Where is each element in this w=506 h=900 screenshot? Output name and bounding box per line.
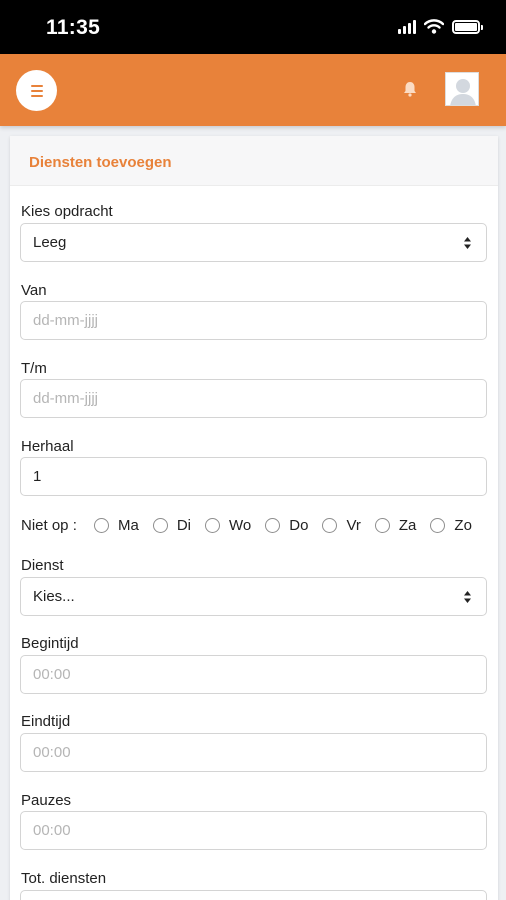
bell-icon[interactable] <box>403 81 417 97</box>
van-label: Van <box>21 282 47 299</box>
tm-placeholder: dd-mm-jjjj <box>33 390 98 407</box>
card-header: Diensten toevoegen <box>10 136 498 186</box>
radio-button[interactable] <box>322 517 338 533</box>
pauzes-input[interactable]: 00:00 <box>20 811 487 850</box>
radio-button[interactable] <box>265 517 281 533</box>
opdracht-value: Leeg <box>33 234 67 251</box>
pauzes-label: Pauzes <box>21 792 72 809</box>
day-option-zo[interactable]: Zo <box>430 517 472 534</box>
app-header <box>0 54 506 126</box>
niet-op-label: Niet op : <box>21 516 77 534</box>
begintijd-input[interactable]: 00:00 <box>20 655 487 694</box>
battery-icon <box>452 19 483 34</box>
begintijd-label: Begintijd <box>21 635 79 652</box>
status-bar: 11:35 <box>0 0 506 54</box>
card-title: Diensten toevoegen <box>29 154 172 171</box>
radio-button[interactable] <box>430 517 446 533</box>
opdracht-label: Kies opdracht <box>21 203 113 220</box>
pauzes-placeholder: 00:00 <box>33 822 71 839</box>
tm-label: T/m <box>21 360 47 377</box>
tot-diensten-input[interactable] <box>20 890 487 900</box>
menu-button[interactable] <box>16 70 57 111</box>
dienst-value: Kies... <box>33 588 75 605</box>
radio-button[interactable] <box>94 517 109 533</box>
status-time: 11:35 <box>46 16 101 39</box>
add-shifts-card: Diensten toevoegen Kies opdracht Leeg Va… <box>10 136 498 900</box>
opdracht-select[interactable]: Leeg <box>20 223 487 262</box>
status-icons <box>398 19 483 34</box>
signal-icon <box>398 19 416 34</box>
herhaal-label: Herhaal <box>21 438 74 455</box>
select-arrows-icon <box>464 237 471 249</box>
herhaal-value: 1 <box>33 468 42 485</box>
day-option-ma[interactable]: Ma <box>94 517 139 534</box>
eindtijd-label: Eindtijd <box>21 713 71 730</box>
van-placeholder: dd-mm-jjjj <box>33 312 98 329</box>
dienst-select[interactable]: Kies... <box>20 577 487 616</box>
day-option-za[interactable]: Za <box>374 517 416 534</box>
day-option-di[interactable]: Di <box>152 517 191 534</box>
hamburger-icon <box>30 84 43 87</box>
radio-button[interactable] <box>152 517 168 533</box>
herhaal-input[interactable]: 1 <box>20 457 487 496</box>
day-option-do[interactable]: Do <box>265 517 308 534</box>
van-date-input[interactable]: dd-mm-jjjj <box>20 301 487 340</box>
niet-op-row: Niet op : Ma Di Wo Do Vr Za Zo <box>21 514 491 536</box>
wifi-icon <box>424 19 444 34</box>
select-arrows-icon <box>464 591 471 603</box>
eindtijd-placeholder: 00:00 <box>33 744 71 761</box>
begintijd-placeholder: 00:00 <box>33 666 71 683</box>
tot-diensten-label: Tot. diensten <box>21 870 107 887</box>
dienst-label: Dienst <box>21 557 64 574</box>
user-avatar-icon[interactable] <box>445 72 479 106</box>
radio-button[interactable] <box>374 517 390 533</box>
tm-date-input[interactable]: dd-mm-jjjj <box>20 379 487 418</box>
eindtijd-input[interactable]: 00:00 <box>20 733 487 772</box>
radio-button[interactable] <box>205 517 221 533</box>
day-option-wo[interactable]: Wo <box>205 517 251 534</box>
day-option-vr[interactable]: Vr <box>322 517 361 534</box>
